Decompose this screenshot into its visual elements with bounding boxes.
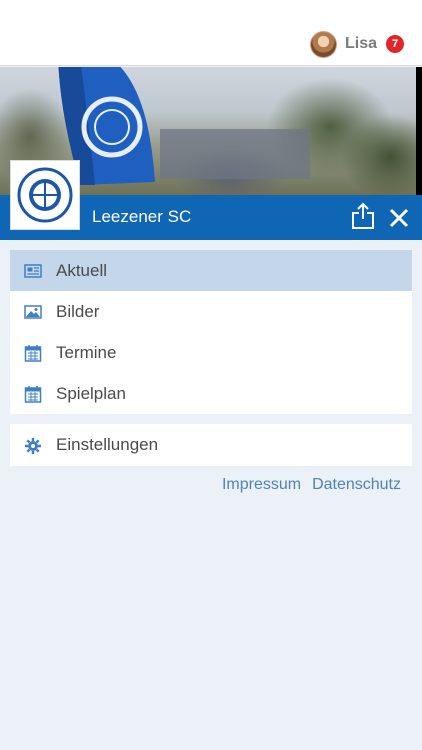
impressum-link[interactable]: Impressum [222,476,301,494]
avatar[interactable] [309,30,337,58]
hero-edge [416,67,422,195]
menu-item-bilder[interactable]: Bilder [10,291,412,332]
close-icon[interactable] [389,208,409,228]
calendar-icon [24,386,42,403]
user-name[interactable]: Lisa [345,35,377,53]
datenschutz-link[interactable]: Datenschutz [312,476,401,494]
footer-links: Impressum Datenschutz [222,476,401,494]
top-bar: Lisa 7 [0,0,422,66]
image-icon [24,305,42,319]
club-logo [10,160,80,230]
menu-item-label: Bilder [56,301,100,321]
menu-item-label: Aktuell [56,260,108,280]
gear-icon [25,438,41,454]
menu-item-label: Spielplan [56,383,126,403]
newspaper-icon [24,264,42,278]
share-icon[interactable] [350,202,376,230]
menu-item-einstellungen[interactable]: Einstellungen [10,424,412,466]
settings-row[interactable]: Einstellungen [10,424,412,466]
club-name: Leezener SC [92,207,192,226]
club-logo-emblem [17,167,73,223]
menu-item-spielplan[interactable]: Spielplan [10,373,412,414]
hero-building [160,129,310,179]
settings-label: Einstellungen [56,435,159,454]
calendar-icon [24,345,42,362]
menu-item-aktuell[interactable]: Aktuell [10,250,412,291]
menu-item-termine[interactable]: Termine [10,332,412,373]
user-chip[interactable]: Lisa 7 [309,29,404,59]
main-menu: Aktuell Bilder Termine Spielplan [10,250,412,414]
notification-badge[interactable]: 7 [386,35,404,53]
menu-item-label: Termine [56,342,117,362]
